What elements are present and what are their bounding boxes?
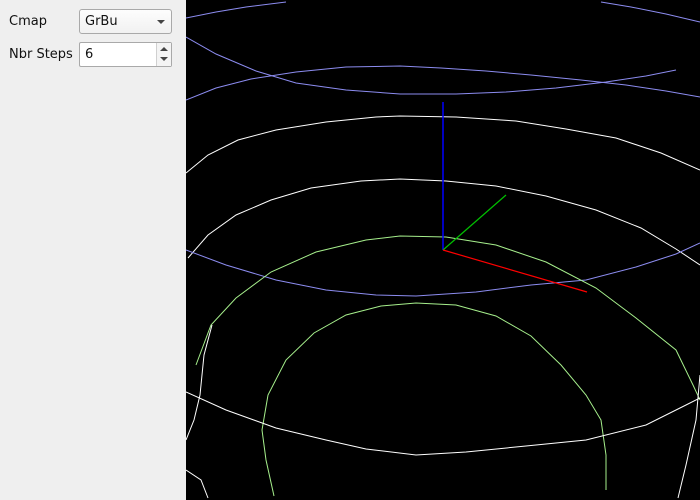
chevron-down-icon <box>157 20 165 24</box>
control-panel: Cmap GrBu Nbr Steps 6 <box>0 0 186 500</box>
contour-line <box>186 65 700 101</box>
contour-line <box>187 178 700 266</box>
cmap-label: Cmap <box>9 14 47 29</box>
axis-x <box>442 249 588 293</box>
spin-down-icon[interactable] <box>160 57 168 61</box>
spin-buttons <box>156 43 171 66</box>
cmap-selected-value: GrBu <box>85 14 118 29</box>
contour-line <box>186 36 677 95</box>
cmap-dropdown[interactable]: GrBu <box>79 9 172 34</box>
contour-line <box>186 1 287 19</box>
cmap-row: Cmap GrBu <box>0 9 186 35</box>
app-window: Cmap GrBu Nbr Steps 6 <box>0 0 700 500</box>
steps-label: Nbr Steps <box>9 47 73 62</box>
contour-line <box>261 302 607 497</box>
steps-value: 6 <box>85 47 94 62</box>
contour-scene <box>186 1 700 499</box>
contour-line <box>195 235 700 401</box>
steps-row: Nbr Steps 6 <box>0 42 186 68</box>
3d-viewport[interactable] <box>186 0 700 500</box>
contour-line <box>186 469 209 499</box>
contour-line <box>186 324 213 441</box>
contour-line <box>186 242 700 297</box>
spin-up-icon[interactable] <box>160 47 168 51</box>
steps-spinbox[interactable]: 6 <box>79 42 172 67</box>
contour-line <box>600 1 700 23</box>
contour-line <box>186 391 700 456</box>
